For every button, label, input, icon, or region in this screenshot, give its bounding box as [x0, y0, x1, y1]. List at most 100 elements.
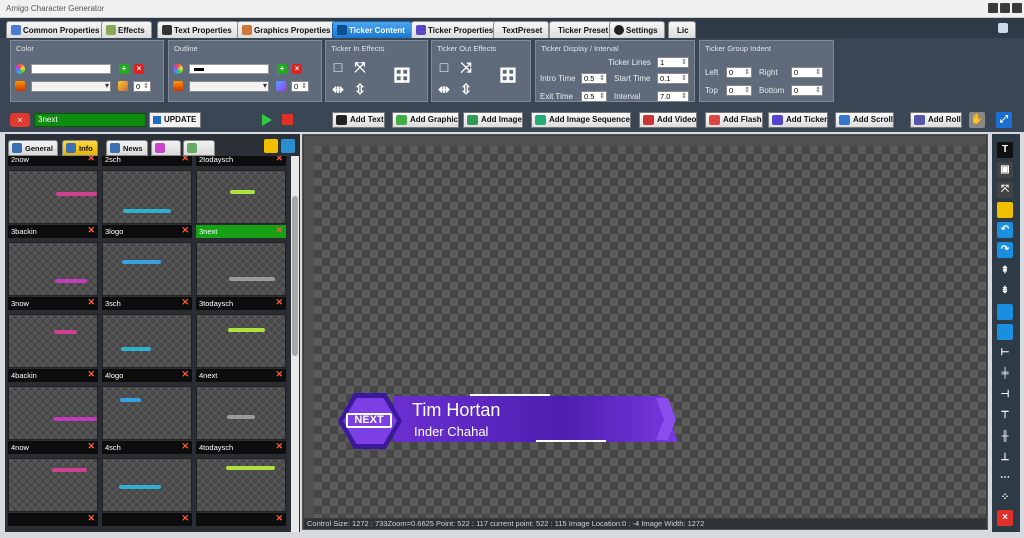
gradient-icon[interactable]: [173, 81, 183, 91]
interval-input[interactable]: 7.0: [657, 91, 689, 102]
item-name-input[interactable]: 3next: [34, 113, 146, 127]
fullscreen-icon[interactable]: ⤢: [996, 112, 1012, 128]
update-button[interactable]: UPDATE: [149, 112, 201, 128]
fade-out-icon[interactable]: □: [436, 59, 452, 75]
remove-thumbnail-icon[interactable]: ✕: [87, 513, 95, 524]
split-vertical-icon[interactable]: ⇳: [352, 81, 368, 97]
lower-third-badge[interactable]: NEXT: [346, 413, 392, 428]
grid-icon[interactable]: ⁘: [997, 490, 1013, 506]
outline-width-input[interactable]: 0: [291, 81, 309, 92]
add-outline-button[interactable]: +: [277, 64, 287, 74]
layer-down-icon[interactable]: [997, 324, 1013, 340]
remove-thumbnail-icon[interactable]: ✕: [181, 441, 189, 452]
scrollbar-thumb[interactable]: [292, 196, 298, 356]
remove-thumbnail-icon[interactable]: ✕: [275, 441, 283, 452]
indent-left-input[interactable]: 0: [726, 67, 752, 78]
tab-common-properties[interactable]: Common Properties: [6, 21, 107, 38]
remove-thumbnail-icon[interactable]: ✕: [275, 225, 283, 236]
add-flash-button[interactable]: Add Flash: [705, 112, 763, 128]
folder-icon[interactable]: [997, 202, 1013, 218]
add-color-button[interactable]: +: [119, 64, 129, 74]
ticker-lines-input[interactable]: 1: [657, 57, 689, 68]
color-type-select[interactable]: [31, 81, 111, 92]
remove-thumbnail-icon[interactable]: ✕: [87, 156, 95, 164]
minimize-button[interactable]: [988, 3, 998, 13]
undo-icon[interactable]: ↶: [997, 222, 1013, 238]
tab-layers[interactable]: [151, 140, 181, 156]
lower-third-subtitle[interactable]: Inder Chahal: [414, 424, 488, 439]
remove-thumbnail-icon[interactable]: ✕: [181, 156, 189, 164]
lower-third-name[interactable]: Tim Hortan: [412, 400, 500, 421]
split-horizontal-icon[interactable]: ⇹: [330, 81, 346, 97]
tab-lic[interactable]: Lic: [668, 21, 696, 38]
thumbnail-item[interactable]: 3backin ✕: [8, 170, 98, 238]
zoom-out-icon[interactable]: ⤨: [458, 59, 474, 75]
remove-thumbnail-icon[interactable]: ✕: [275, 156, 283, 164]
tab-general[interactable]: General: [8, 140, 58, 156]
tab-news[interactable]: News: [106, 140, 148, 156]
remove-thumbnail-icon[interactable]: ✕: [87, 441, 95, 452]
thumbnail-item[interactable]: 4todaysch ✕: [196, 386, 286, 454]
gradient-icon[interactable]: [15, 81, 25, 91]
close-window-button[interactable]: [1012, 3, 1022, 13]
color-opacity-input[interactable]: 0: [133, 81, 151, 92]
thumbnail-item[interactable]: 2now ✕: [8, 156, 98, 166]
remove-outline-button[interactable]: ×: [292, 64, 302, 74]
thumbnail-item[interactable]: ✕: [8, 458, 98, 526]
hand-tool-icon[interactable]: ✋: [969, 112, 985, 128]
tab-ticker-content[interactable]: Ticker Content: [332, 21, 412, 38]
thumbnail-scrollbar[interactable]: [291, 156, 299, 532]
start-time-input[interactable]: 0.1: [657, 73, 689, 84]
slide-out-icon[interactable]: ⊞: [494, 61, 522, 89]
align-right-icon[interactable]: ⊣: [997, 387, 1013, 403]
play-icon[interactable]: [262, 114, 272, 126]
redo-icon[interactable]: ↷: [997, 242, 1013, 258]
thumbnail-item[interactable]: 3todaysch ✕: [196, 242, 286, 310]
intro-time-input[interactable]: 0.5: [581, 73, 607, 84]
add-roll-button[interactable]: Add Roll: [910, 112, 962, 128]
remove-thumbnail-icon[interactable]: ✕: [181, 225, 189, 236]
tab-ticker-properties[interactable]: Ticker Properties: [411, 21, 501, 38]
thumbnail-item[interactable]: 3now ✕: [8, 242, 98, 310]
save-icon[interactable]: [281, 139, 295, 153]
add-graphic-button[interactable]: Add Graphic: [392, 112, 460, 128]
remove-thumbnail-icon[interactable]: ✕: [181, 369, 189, 380]
thumbnail-item[interactable]: 3logo ✕: [102, 170, 192, 238]
indent-top-input[interactable]: 0: [726, 85, 752, 96]
tab-effects[interactable]: Effects: [101, 21, 152, 38]
thumbnail-item[interactable]: 4next ✕: [196, 314, 286, 382]
delete-item-button[interactable]: ×: [10, 113, 30, 127]
color-preview[interactable]: [31, 64, 111, 74]
tab-ticker-preset[interactable]: Ticker Preset: [549, 21, 616, 38]
thumbnail-item[interactable]: 2todaysch ✕: [196, 156, 286, 166]
remove-thumbnail-icon[interactable]: ✕: [87, 297, 95, 308]
tab-settings[interactable]: Settings: [609, 21, 665, 38]
fade-in-icon[interactable]: □: [330, 59, 346, 75]
remove-thumbnail-icon[interactable]: ✕: [275, 297, 283, 308]
align-top-icon[interactable]: ⊤: [997, 408, 1013, 424]
add-image-button[interactable]: Add Image: [463, 112, 523, 128]
bring-front-icon[interactable]: ⇞: [997, 263, 1013, 279]
add-ticker-button[interactable]: Add Ticker: [768, 112, 829, 128]
remove-thumbnail-icon[interactable]: ✕: [87, 225, 95, 236]
thumbnail-item[interactable]: ✕: [102, 458, 192, 526]
tab-gallery[interactable]: [183, 140, 215, 156]
preview-canvas[interactable]: [314, 146, 986, 518]
delete-icon[interactable]: ×: [997, 510, 1013, 526]
tab-textpreset[interactable]: TextPreset: [493, 21, 550, 38]
remove-thumbnail-icon[interactable]: ✕: [181, 513, 189, 524]
remove-thumbnail-icon[interactable]: ✕: [275, 513, 283, 524]
thumbnail-item[interactable]: 2sch ✕: [102, 156, 192, 166]
indent-right-input[interactable]: 0: [791, 67, 823, 78]
indent-bottom-input[interactable]: 0: [791, 85, 823, 96]
collapse-horizontal-icon[interactable]: ⇹: [436, 81, 452, 97]
color-wheel-icon[interactable]: [15, 64, 25, 74]
distribute-icon[interactable]: ⋯: [997, 470, 1013, 486]
thumbnail-item[interactable]: 4logo ✕: [102, 314, 192, 382]
tab-text-properties[interactable]: Text Properties: [157, 21, 239, 38]
stop-icon[interactable]: [282, 114, 293, 125]
maximize-button[interactable]: [1000, 3, 1010, 13]
zoom-in-icon[interactable]: ⤧: [352, 59, 368, 75]
send-back-icon[interactable]: ⇟: [997, 283, 1013, 299]
layer-up-icon[interactable]: [997, 304, 1013, 320]
